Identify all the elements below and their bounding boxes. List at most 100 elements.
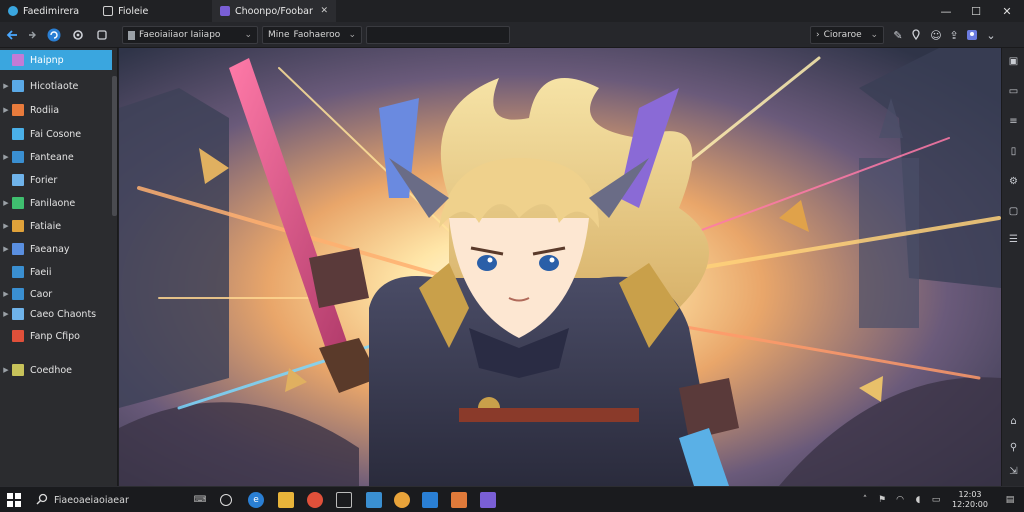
refresh-icon[interactable] (46, 27, 62, 43)
sidebar-item[interactable]: Fai Cosone (0, 124, 112, 144)
tab-1[interactable]: Faedimirera (0, 0, 87, 22)
sidebar-item[interactable]: ▶ Fanilaone (0, 193, 112, 213)
sidebar-item[interactable]: ▶ Fatiaie (0, 216, 112, 236)
filter-label: Mine (268, 30, 290, 40)
sidebar-scrollbar[interactable] (112, 76, 117, 216)
zoom-dropdown[interactable]: › Cioraroe ⌄ (810, 26, 884, 44)
clock-time: 12:03 (958, 490, 982, 499)
edit-icon[interactable]: ✎ (890, 27, 906, 43)
list-icon[interactable]: ☰ (1006, 232, 1021, 247)
smile-icon[interactable]: ☺ (928, 27, 944, 43)
wifi-icon[interactable]: ◠ (892, 492, 908, 508)
sidebar-item[interactable]: ▶ Caeo Chaonts (0, 304, 112, 324)
chevron-right-icon[interactable]: ▶ (0, 199, 12, 207)
chevron-down-icon[interactable]: ⌄ (983, 27, 999, 43)
file-explorer-icon[interactable] (278, 492, 294, 508)
taskbar-search[interactable]: Fiaeoaeiaoiaear (30, 490, 210, 510)
chevron-down-icon[interactable]: ⌄ (870, 30, 878, 40)
chevron-right-icon[interactable]: ▶ (0, 366, 12, 374)
maximize-button[interactable]: ☐ (961, 0, 991, 22)
chevron-right-icon[interactable]: ▶ (0, 222, 12, 230)
folder-icon[interactable]: ▭ (1006, 84, 1021, 99)
sidebar-item[interactable]: Forier (0, 170, 112, 190)
app-icon (8, 6, 18, 16)
minimize-button[interactable]: — (931, 0, 961, 22)
sidebar-item[interactable]: ▶ Faeanay (0, 239, 112, 259)
close-window-button[interactable]: ✕ (992, 0, 1022, 22)
item-icon (12, 151, 24, 163)
sidebar-item[interactable]: ▶ Caor (0, 284, 112, 304)
arrow-left-icon[interactable] (4, 27, 20, 43)
filter-dropdown[interactable]: Mine Faohaeroo ⌄ (262, 26, 362, 44)
chevron-right-icon[interactable]: ▶ (0, 106, 12, 114)
sidebar-item-label: Rodiia (30, 104, 60, 116)
sidebar-item-label: Caor (30, 288, 53, 300)
volume-icon[interactable]: ◖ (910, 492, 926, 508)
chevron-right-icon[interactable]: ▶ (0, 82, 12, 90)
cortana-icon[interactable] (220, 494, 232, 506)
profile-icon[interactable] (964, 27, 980, 43)
tab-3[interactable]: Choonpo/Foobar ✕ (212, 0, 336, 22)
chevron-down-icon[interactable]: ⌄ (244, 30, 252, 40)
chevron-right-icon[interactable]: ▶ (0, 290, 12, 298)
image-viewer-icon[interactable] (480, 492, 496, 508)
artwork-image (119, 48, 1001, 486)
home-icon[interactable]: ⌂ (1006, 414, 1021, 429)
layers-icon[interactable]: ≡ (1006, 114, 1021, 129)
chevron-up-icon[interactable]: ˄ (860, 492, 870, 508)
item-icon (12, 330, 24, 342)
mail-icon[interactable] (422, 492, 438, 508)
notification-icon[interactable]: ▤ (1002, 492, 1018, 508)
chevron-down-icon[interactable]: ⌄ (348, 30, 356, 40)
sidebar-item[interactable]: ▶ Rodiia (0, 100, 112, 120)
item-icon (12, 104, 24, 116)
link-icon[interactable]: ⚲ (1006, 440, 1021, 455)
sidebar-item[interactable]: ▶ Coedhoe (0, 360, 112, 380)
chevron-right-icon[interactable]: ▶ (0, 310, 12, 318)
chevron-right-icon[interactable]: ▶ (0, 153, 12, 161)
image-canvas[interactable] (119, 48, 1001, 486)
search-input[interactable] (366, 26, 510, 44)
sidebar-item-label: Haipnp (30, 54, 64, 66)
chrome-icon[interactable] (307, 492, 323, 508)
task-view-icon[interactable]: ⌨ (192, 492, 208, 508)
address-bar[interactable]: Faeoiaiiaor Iaiiapo ⌄ (122, 26, 258, 44)
tab-3-label: Choonpo/Foobar (235, 5, 313, 17)
app-icon[interactable] (394, 492, 410, 508)
item-icon (12, 288, 24, 300)
sidebar-item[interactable]: ▶ Hicotiaote (0, 76, 112, 96)
sidebar-item[interactable]: ▶ Fanteane (0, 147, 112, 167)
title-bar: Faedimirera Fioleie Choonpo/Foobar ✕ — ☐… (0, 0, 1024, 22)
arrow-right-icon[interactable] (24, 27, 40, 43)
panel-icon[interactable]: ▢ (1006, 204, 1021, 219)
item-icon (12, 54, 24, 66)
battery-icon[interactable]: ▭ (928, 492, 944, 508)
clock-date: 12:20:00 (952, 500, 988, 509)
edge-browser-icon[interactable]: e (248, 492, 264, 508)
image-icon (220, 6, 230, 16)
page-icon[interactable]: ▯ (1006, 144, 1021, 159)
sidebar-item-label: Faeii (30, 266, 52, 278)
taskbar-search-text: Fiaeoaeiaoiaear (54, 494, 129, 506)
close-tab-icon[interactable]: ✕ (320, 6, 328, 16)
panel-icon[interactable]: ▣ (1006, 54, 1021, 69)
sidebar-item[interactable]: Faeii (0, 262, 112, 282)
share-icon[interactable]: ⇪ (946, 27, 962, 43)
store-icon[interactable] (366, 492, 382, 508)
chevron-right-icon[interactable]: ▶ (0, 245, 12, 253)
network-icon[interactable]: ⚑ (874, 492, 890, 508)
settings-icon[interactable] (70, 27, 86, 43)
system-clock[interactable]: 12:03 12:20:00 (952, 490, 988, 510)
sidebar-item[interactable]: Fanp Cfipo (0, 326, 112, 346)
folder-icon (128, 30, 135, 40)
pin-icon[interactable] (908, 27, 924, 43)
windows-start-icon[interactable] (6, 492, 22, 508)
gear-icon[interactable]: ⚙ (1006, 174, 1021, 189)
calculator-icon[interactable] (336, 492, 352, 508)
copy-icon[interactable] (94, 27, 110, 43)
export-icon[interactable]: ⇲ (1006, 464, 1021, 479)
sidebar-item-label: Faeanay (30, 243, 70, 255)
photos-icon[interactable] (451, 492, 467, 508)
tab-2[interactable]: Fioleie (95, 0, 156, 22)
sidebar-item[interactable]: Haipnp (0, 50, 112, 70)
